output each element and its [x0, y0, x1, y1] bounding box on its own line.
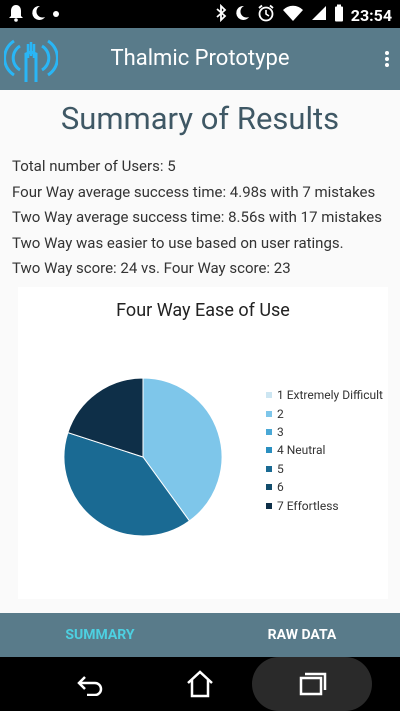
legend-label: 2	[277, 406, 284, 421]
legend-item: 7 Effortless	[266, 496, 383, 514]
status-time: 23:54	[350, 5, 392, 25]
dot-icon	[52, 4, 60, 26]
overflow-menu-icon[interactable]	[384, 51, 390, 67]
legend-item: 6	[266, 478, 383, 496]
back-icon[interactable]	[50, 657, 130, 711]
legend-label: 3	[277, 424, 284, 439]
legend-label: 1 Extremely Difficult	[277, 388, 383, 403]
legend-item: 4 Neutral	[266, 441, 383, 459]
summary-content: Summary of Results Total number of Users…	[0, 90, 400, 613]
svg-text:?: ?	[298, 17, 302, 22]
chart-legend: 1 Extremely Difficult 2 3 4 Neutral 5 6 7 Effo…	[266, 386, 383, 515]
bluetooth-icon	[215, 3, 227, 26]
notification-bell-icon	[8, 4, 24, 26]
legend-label: 4 Neutral	[277, 443, 326, 458]
legend-swatch	[266, 465, 272, 472]
battery-icon	[334, 4, 344, 26]
stat-total-users: Total number of Users: 5	[12, 157, 176, 175]
do-not-disturb-moon-icon	[30, 4, 46, 26]
bottom-tab-bar: SUMMARY RAW DATA	[0, 613, 400, 657]
system-nav-bar	[0, 657, 400, 711]
legend-item: 3	[266, 423, 383, 441]
legend-item: 1 Extremely Difficult	[266, 386, 383, 404]
legend-swatch	[266, 447, 272, 454]
legend-item: 2	[266, 404, 383, 422]
recent-apps-icon[interactable]	[252, 657, 372, 711]
stats-list: Total number of Users: 5 Four Way averag…	[12, 154, 400, 282]
signal-icon	[311, 4, 327, 26]
alarm-icon	[257, 4, 275, 26]
stat-scores: Two Way score: 24 vs. Four Way score: 23	[12, 259, 291, 277]
page-title: Summary of Results	[60, 100, 340, 137]
app-bar: Thalmic Prototype	[0, 28, 400, 90]
home-icon[interactable]	[160, 657, 240, 711]
status-bar: ? 23:54	[0, 0, 400, 28]
app-title: Thalmic Prototype	[110, 46, 290, 71]
tab-summary[interactable]: SUMMARY	[0, 613, 200, 657]
legend-label: 7 Effortless	[277, 498, 339, 513]
legend-swatch	[266, 502, 272, 509]
legend-swatch	[266, 410, 272, 417]
stat-four-way-time: Four Way average success time: 4.98s wit…	[12, 182, 376, 201]
legend-swatch	[266, 428, 272, 435]
legend-label: 5	[277, 461, 284, 476]
wifi-icon: ?	[282, 4, 304, 26]
legend-label: 6	[277, 480, 284, 495]
stat-two-way-time: Two Way average success time: 8.56s with…	[12, 208, 382, 226]
ease-of-use-chart: Four Way Ease of Use 1 Extremely Difficu…	[18, 287, 388, 599]
legend-swatch	[266, 484, 272, 491]
legend-swatch	[266, 392, 272, 399]
legend-item: 5	[266, 460, 383, 478]
stat-easier: Two Way was easier to use based on user …	[12, 233, 344, 252]
tab-raw-data[interactable]: RAW DATA	[200, 613, 400, 657]
do-not-disturb-moon-icon	[234, 4, 250, 26]
